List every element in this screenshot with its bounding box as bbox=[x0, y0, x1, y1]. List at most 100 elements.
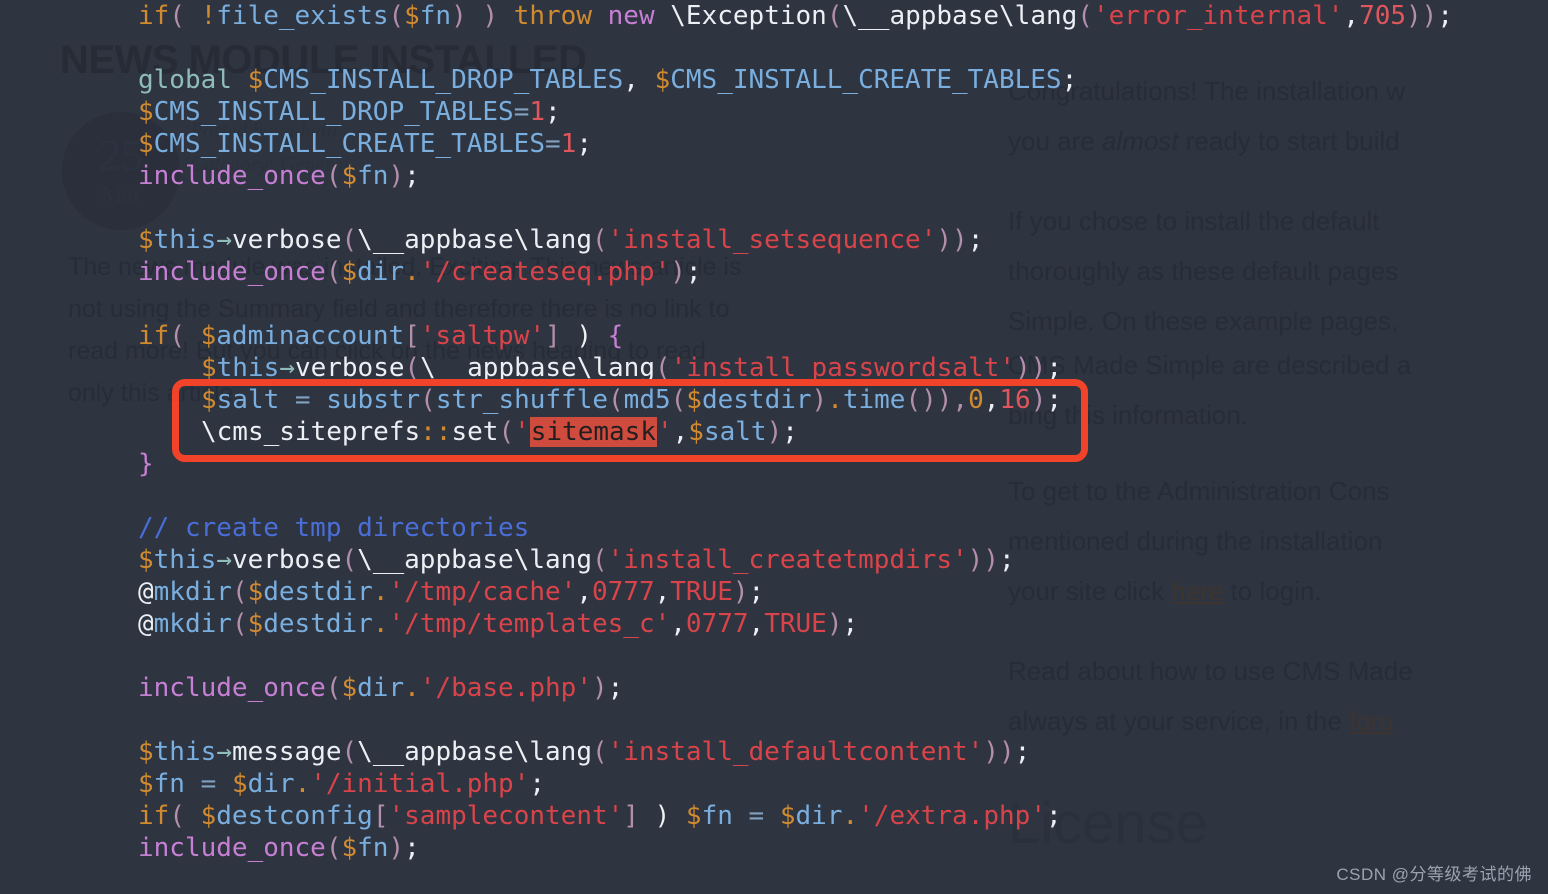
code-token: ( bbox=[325, 257, 342, 287]
code-token: fn bbox=[701, 801, 733, 831]
code-token: \__appbase\lang bbox=[357, 737, 592, 767]
code-token: ; bbox=[404, 161, 420, 191]
code-token: , bbox=[983, 385, 1000, 415]
code-token: file_exists bbox=[216, 1, 389, 31]
code-token: ( bbox=[498, 417, 515, 447]
code-editor-content[interactable]: if( !file_exists($fn) ) throw new \Excep… bbox=[0, 0, 1548, 894]
code-token: $ bbox=[247, 65, 264, 95]
code-line[interactable]: @mkdir($destdir.'/tmp/templates_c',0777,… bbox=[138, 608, 858, 640]
code-line[interactable]: $this→verbose(\__appbase\lang('install_s… bbox=[138, 224, 983, 256]
code-token: ( bbox=[404, 353, 421, 383]
code-token: this bbox=[153, 225, 217, 255]
code-line[interactable]: $CMS_INSTALL_CREATE_TABLES=1; bbox=[138, 128, 592, 160]
code-line[interactable]: include_once($dir.'/base.php'); bbox=[138, 672, 623, 704]
code-token: ) bbox=[732, 577, 749, 607]
code-line[interactable]: $fn = $dir.'/initial.php'; bbox=[138, 768, 545, 800]
code-line[interactable]: @mkdir($destdir.'/tmp/cache',0777,TRUE); bbox=[138, 576, 764, 608]
code-token: \cms_siteprefs bbox=[201, 417, 421, 447]
code-line[interactable]: include_once($fn); bbox=[138, 160, 420, 192]
code-token: ) bbox=[1030, 385, 1047, 415]
code-token: \__appbase\lang bbox=[842, 1, 1078, 31]
code-token: 1 bbox=[529, 97, 545, 127]
code-token: ) ) bbox=[451, 1, 514, 31]
code-token: . bbox=[404, 673, 420, 703]
code-line[interactable]: if( $destconfig['samplecontent'] ) $fn =… bbox=[138, 800, 1062, 832]
code-line[interactable]: $CMS_INSTALL_DROP_TABLES=1; bbox=[138, 96, 561, 128]
code-token: . bbox=[404, 257, 420, 287]
code-token: ! bbox=[200, 1, 217, 31]
code-token: $ bbox=[247, 577, 264, 607]
code-token: str_shuffle bbox=[435, 385, 609, 415]
code-line[interactable]: if( !file_exists($fn) ) throw new \Excep… bbox=[138, 0, 1453, 32]
code-token: ; bbox=[685, 257, 702, 287]
code-token: \Exception bbox=[670, 1, 827, 31]
code-token: ( bbox=[169, 1, 201, 31]
code-token: ; bbox=[1046, 385, 1063, 415]
code-line[interactable]: global $CMS_INSTALL_DROP_TABLES, $CMS_IN… bbox=[138, 64, 1077, 96]
code-token: global bbox=[138, 65, 232, 95]
code-token: 0 bbox=[968, 385, 984, 415]
code-token: message bbox=[231, 737, 342, 767]
code-token: ; bbox=[967, 225, 984, 255]
code-token: include_once bbox=[138, 673, 326, 703]
code-line[interactable]: // create tmp directories bbox=[138, 512, 529, 544]
code-token: adminaccount bbox=[216, 321, 405, 351]
code-line[interactable]: $this→message(\__appbase\lang('install_d… bbox=[138, 736, 1030, 768]
code-token: . bbox=[294, 769, 311, 799]
code-line[interactable]: include_once($dir.'/createseq.php'); bbox=[138, 256, 702, 288]
code-line[interactable]: } bbox=[138, 448, 154, 480]
code-token: ( bbox=[654, 353, 671, 383]
code-token: [ bbox=[372, 801, 389, 831]
code-token: substr bbox=[326, 385, 421, 415]
code-token: '/createseq.php' bbox=[419, 257, 671, 287]
code-token: )) bbox=[1406, 1, 1438, 31]
code-token: ) bbox=[388, 161, 405, 191]
code-token: 16 bbox=[999, 385, 1031, 415]
code-line[interactable]: $this→verbose(\__appbase\lang('install_p… bbox=[201, 352, 1062, 384]
code-line[interactable]: $salt = substr(str_shuffle(md5($destdir)… bbox=[201, 384, 1062, 416]
code-line[interactable]: $this→verbose(\__appbase\lang('install_c… bbox=[138, 544, 1015, 576]
code-token: ) bbox=[766, 417, 783, 447]
code-line[interactable]: \cms_siteprefs::set('sitemask',$salt); bbox=[201, 416, 798, 448]
code-token: $ bbox=[138, 97, 154, 127]
code-token: )) bbox=[967, 545, 999, 575]
code-token: ; bbox=[1014, 737, 1031, 767]
code-token: $ bbox=[341, 257, 358, 287]
code-token: 'error_internal' bbox=[1092, 1, 1344, 31]
code-token: )) bbox=[936, 225, 968, 255]
code-token: ( bbox=[169, 801, 201, 831]
code-token: destdir bbox=[263, 609, 373, 639]
code-token: $ bbox=[404, 1, 420, 31]
code-token: ; bbox=[998, 545, 1015, 575]
code-token: dir bbox=[357, 673, 405, 703]
code-token: = bbox=[732, 801, 780, 831]
code-token: 'install_passwordsalt' bbox=[670, 353, 1016, 383]
code-token: '/extra.php' bbox=[858, 801, 1046, 831]
code-token: , bbox=[623, 65, 655, 95]
code-line[interactable]: include_once($fn); bbox=[138, 832, 420, 864]
code-token: include_once bbox=[138, 161, 326, 191]
code-token: , bbox=[1343, 1, 1360, 31]
code-token: ] bbox=[545, 321, 561, 351]
code-line[interactable]: if( $adminaccount['saltpw'] ) { bbox=[138, 320, 623, 352]
code-token: ] bbox=[623, 801, 639, 831]
code-token: destdir bbox=[701, 385, 812, 415]
code-token: ( bbox=[388, 1, 405, 31]
code-token: '/base.php' bbox=[419, 673, 592, 703]
code-token: ' bbox=[514, 417, 530, 447]
code-token: , bbox=[748, 609, 765, 639]
code-token: ; bbox=[842, 609, 859, 639]
code-token: dir bbox=[795, 801, 843, 831]
code-token: , bbox=[672, 417, 689, 447]
code-token: salt bbox=[216, 385, 280, 415]
code-token: ' bbox=[656, 417, 673, 447]
code-token: \__appbase\lang bbox=[357, 545, 592, 575]
code-token: ( bbox=[591, 225, 608, 255]
code-token: '/initial.php' bbox=[310, 769, 530, 799]
code-token: verbose bbox=[231, 545, 342, 575]
highlighted-token: sitemask bbox=[529, 417, 657, 447]
screenshot-stage: NEWS MODULE INSTALLED 25 Mar Posted by: … bbox=[0, 0, 1548, 894]
code-token: ( bbox=[591, 737, 608, 767]
code-token: ; bbox=[1061, 65, 1078, 95]
